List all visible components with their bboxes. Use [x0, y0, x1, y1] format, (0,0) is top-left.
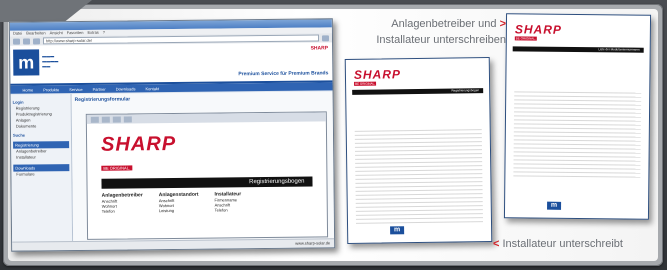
sidebar-item[interactable]: Installateur	[16, 154, 69, 161]
doc-col-location: Anlagenstandort Anschrift Wohnort Leistu…	[158, 191, 199, 214]
annotation-signatures: Anlagenbetreiber und > Installateur unte…	[358, 16, 506, 48]
doc-col-installer: Installateur Firmenname Anschrift Telefo…	[214, 191, 242, 213]
page-footer-logo: m	[390, 226, 405, 235]
back-icon[interactable]	[12, 38, 21, 45]
brand-mini: SHARP	[310, 45, 329, 52]
site-content: Login Registrierung Produktregistrierung…	[10, 91, 335, 243]
search-icon[interactable]	[112, 116, 121, 123]
zoom-icon[interactable]	[123, 115, 132, 123]
sidebar-heading-search: Suche	[12, 132, 26, 138]
nav-downloads[interactable]: Downloads	[116, 86, 136, 91]
menu-edit[interactable]: Bearbeiten	[26, 30, 45, 36]
arrow-left-icon: <	[493, 238, 500, 250]
annotation-installer: < Installateur unterschreibt	[493, 238, 623, 250]
annotation-line2: Installateur unterschreiben	[376, 34, 506, 46]
site-logo[interactable]: m	[13, 49, 40, 76]
nav-home[interactable]: Home	[22, 87, 33, 92]
nav-contact[interactable]: Kontakt	[145, 86, 159, 91]
page-table	[354, 126, 484, 224]
browser-window: Datei Bearbeiten Ansicht Favoriten Extra…	[8, 18, 336, 252]
page-field-block	[354, 96, 481, 98]
doc-col-operator: Anlagenbetreiber Anschrift Wohnort Telef…	[101, 192, 143, 214]
nav-partner[interactable]: Partner	[93, 86, 106, 91]
annotation-line1: Anlagenbetreiber und	[391, 18, 497, 30]
page-footer-logo: m	[547, 201, 562, 210]
page-brand-sub: BE ORIGINAL.	[354, 81, 377, 86]
pdf-document: SHARP BE ORIGINAL. Registrierungsbogen A…	[87, 121, 327, 223]
main-title: Registrierungsformular	[74, 96, 131, 104]
print-icon[interactable]	[101, 116, 110, 123]
page-title-bar: Registrierungsbogen	[352, 88, 484, 95]
logo-lines: ▬▬▬ ▬▬▬▬ ▬▬	[42, 53, 59, 69]
doc-title-bar: Registrierungsbogen	[101, 176, 313, 189]
table-row	[355, 218, 484, 224]
forward-icon[interactable]	[22, 37, 31, 45]
page-table	[513, 88, 642, 178]
menu-favorites[interactable]: Favoriten	[67, 30, 84, 36]
sidebar-item[interactable]: Dokumente	[16, 123, 69, 130]
document-page-registration: SHARP BE ORIGINAL. Registrierungsbogen m	[344, 56, 493, 245]
menu-help[interactable]: ?	[103, 30, 105, 36]
menu-file[interactable]: Datei	[13, 31, 22, 37]
page-brand-sub: BE ORIGINAL.	[514, 36, 537, 41]
doc-columns: Anlagenbetreiber Anschrift Wohnort Telef…	[101, 191, 313, 214]
pdf-viewer: SHARP BE ORIGINAL. Registrierungsbogen A…	[85, 111, 329, 240]
site-slogan: Premium Service für Premium Brands	[238, 70, 329, 78]
annotation-text: Installateur unterschreibt	[502, 238, 623, 250]
page-brand: SHARP	[514, 22, 562, 37]
site-main: Registrierungsformular SHARP BE ORIGINAL…	[71, 91, 335, 243]
site-sidebar: Login Registrierung Produktregistrierung…	[10, 94, 74, 243]
sidebar-heading-login: Login	[12, 99, 24, 105]
menu-tools[interactable]: Extras	[87, 30, 98, 36]
document-page-module-list: SHARP BE ORIGINAL. Liste der Modulserien…	[503, 13, 652, 220]
refresh-icon[interactable]	[32, 37, 41, 44]
menu-view[interactable]: Ansicht	[50, 30, 63, 36]
doc-brand-sub: BE ORIGINAL.	[101, 165, 133, 171]
doc-brand: SHARP	[100, 132, 177, 156]
save-icon[interactable]	[90, 116, 99, 123]
table-row	[513, 172, 641, 178]
sidebar-item[interactable]: Formulare	[16, 171, 69, 178]
arrow-right-icon: >	[499, 18, 506, 30]
page-brand: SHARP	[353, 67, 402, 82]
nav-service[interactable]: Service	[69, 86, 82, 91]
page-title-bar: Liste der Modulseriennummern	[512, 46, 644, 53]
nav-products[interactable]: Produkte	[43, 87, 59, 92]
go-icon[interactable]	[321, 34, 330, 41]
site-header: m ▬▬▬ ▬▬▬▬ ▬▬ SHARP Premium Service für Pr…	[10, 42, 333, 86]
